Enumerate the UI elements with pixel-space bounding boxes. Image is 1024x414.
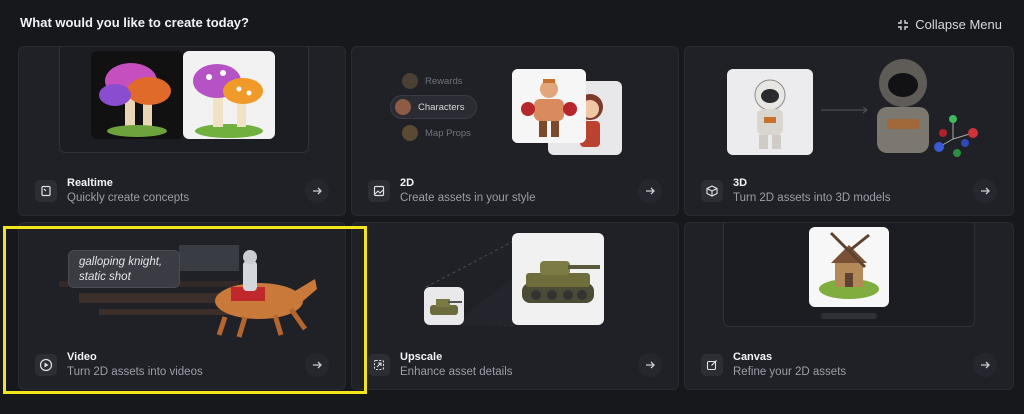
arrow-right-icon[interactable] <box>973 179 997 203</box>
3d-title: 3D <box>733 177 748 189</box>
cube-icon <box>701 180 723 202</box>
upscale-footer: Upscale Enhance asset details <box>352 341 678 389</box>
upscale-preview <box>352 223 678 341</box>
collapse-icon <box>898 19 909 30</box>
card-3d[interactable]: 3D Turn 2D assets into 3D models <box>684 46 1014 216</box>
canvas-description: Refine your 2D assets <box>733 366 847 378</box>
upscale-icon <box>368 354 390 376</box>
realtime-preview <box>19 47 345 165</box>
tank-large-image <box>512 233 604 325</box>
windmill-image <box>809 227 889 307</box>
2d-preview: Rewards Characters Map Props <box>352 47 678 165</box>
video-footer: Video Turn 2D assets into videos <box>19 341 345 389</box>
tank-small-image <box>424 287 464 325</box>
arrow-right-icon[interactable] <box>973 353 997 377</box>
canvas-title: Canvas <box>733 351 773 363</box>
video-title: Video <box>67 351 97 363</box>
3d-footer: 3D Turn 2D assets into 3D models <box>685 167 1013 215</box>
arrow-right-icon[interactable] <box>638 179 662 203</box>
realtime-title: Realtime <box>67 177 113 189</box>
card-realtime[interactable]: Realtime Quickly create concepts <box>18 46 346 216</box>
collapse-menu-label: Collapse Menu <box>915 17 1002 32</box>
3d-preview <box>685 47 1013 165</box>
collapse-menu-button[interactable]: Collapse Menu <box>897 17 1002 32</box>
image-icon <box>368 180 390 202</box>
tag-characters: Characters <box>390 95 478 119</box>
canvas-toolbar <box>821 313 877 319</box>
mushroom-light-image <box>183 51 275 139</box>
gizmo-icon <box>934 115 978 157</box>
character-warrior-image <box>512 69 586 143</box>
video-description: Turn 2D assets into videos <box>67 366 203 378</box>
upscale-description: Enhance asset details <box>400 366 513 378</box>
card-upscale[interactable]: Upscale Enhance asset details <box>351 222 679 390</box>
canvas-footer: Canvas Refine your 2D assets <box>685 341 1013 389</box>
tag-map-props: Map Props <box>402 125 471 141</box>
arrow-right-icon[interactable] <box>305 353 329 377</box>
realtime-footer: Realtime Quickly create concepts <box>19 167 345 215</box>
realtime-description: Quickly create concepts <box>67 192 190 204</box>
page-title: What would you like to create today? <box>20 15 249 30</box>
3d-description: Turn 2D assets into 3D models <box>733 192 891 204</box>
2d-description: Create assets in your style <box>400 192 536 204</box>
tag-rewards: Rewards <box>402 73 463 89</box>
2d-footer: 2D Create assets in your style <box>352 167 678 215</box>
arrow-right-icon[interactable] <box>305 179 329 203</box>
prompt-line-1: galloping knight, <box>79 256 163 268</box>
upscale-title: Upscale <box>400 351 443 363</box>
2d-title: 2D <box>400 177 415 189</box>
astronaut-2d-image <box>727 69 813 155</box>
video-prompt-bubble: galloping knight, static shot <box>68 250 180 288</box>
prompt-line-2: static shot <box>79 271 131 283</box>
canvas-preview <box>685 223 1013 341</box>
arrow-right-icon[interactable] <box>638 353 662 377</box>
realtime-icon <box>35 180 57 202</box>
edit-icon <box>701 354 723 376</box>
card-canvas[interactable]: Canvas Refine your 2D assets <box>684 222 1014 390</box>
card-2d[interactable]: Rewards Characters Map Props 2D Create a… <box>351 46 679 216</box>
card-video[interactable]: Video Turn 2D assets into videos <box>18 222 346 390</box>
mushroom-dark-image <box>91 51 183 139</box>
play-icon <box>35 354 57 376</box>
